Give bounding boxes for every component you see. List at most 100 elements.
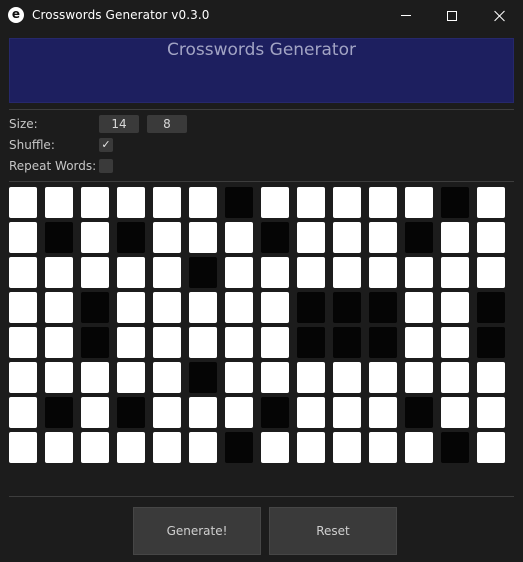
grid-cell-white: [45, 187, 73, 218]
grid-cell-white: [81, 432, 109, 463]
grid-cell-black: [369, 292, 397, 323]
grid-cell-black: [333, 327, 361, 358]
grid-cell-white: [441, 327, 469, 358]
grid-cell-white: [261, 432, 289, 463]
grid-cell-white: [333, 257, 361, 288]
grid-cell-black: [297, 327, 325, 358]
grid-cell-white: [261, 187, 289, 218]
close-button[interactable]: [477, 0, 523, 31]
divider: [9, 181, 514, 182]
grid-cell-white: [333, 397, 361, 428]
grid-cell-white: [81, 187, 109, 218]
reset-button[interactable]: Reset: [269, 507, 397, 555]
maximize-button[interactable]: [429, 0, 475, 31]
grid-cell-white: [81, 397, 109, 428]
grid-cell-white: [45, 432, 73, 463]
grid-cell-black: [45, 222, 73, 253]
grid-cell-white: [153, 432, 181, 463]
grid-cell-white: [225, 327, 253, 358]
grid-cell-black: [117, 222, 145, 253]
grid-cell-white: [45, 292, 73, 323]
grid-cell-white: [369, 397, 397, 428]
grid-cell-black: [189, 362, 217, 393]
grid-cell-black: [477, 292, 505, 323]
grid-cell-white: [369, 187, 397, 218]
grid-cell-white: [117, 187, 145, 218]
width-input[interactable]: 14: [99, 115, 139, 133]
title-bar: e Crosswords Generator v0.3.0: [0, 0, 523, 31]
grid-cell-white: [261, 362, 289, 393]
grid-cell-white: [405, 362, 433, 393]
grid-cell-white: [441, 222, 469, 253]
grid-cell-white: [81, 222, 109, 253]
grid-cell-white: [117, 362, 145, 393]
grid-cell-white: [153, 222, 181, 253]
grid-cell-black: [81, 292, 109, 323]
grid-cell-white: [369, 257, 397, 288]
grid-cell-black: [117, 397, 145, 428]
grid-cell-white: [153, 327, 181, 358]
grid-cell-white: [261, 292, 289, 323]
grid-cell-white: [297, 362, 325, 393]
grid-cell-white: [153, 362, 181, 393]
grid-cell-white: [333, 222, 361, 253]
header-banner: Crosswords Generator: [9, 38, 514, 103]
grid-cell-white: [153, 257, 181, 288]
repeat-words-checkbox[interactable]: [99, 159, 113, 173]
close-icon: [494, 10, 506, 22]
grid-cell-white: [333, 187, 361, 218]
grid-cell-white: [225, 292, 253, 323]
minimize-button[interactable]: [383, 0, 429, 31]
grid-cell-white: [369, 222, 397, 253]
grid-cell-black: [405, 397, 433, 428]
grid-cell-white: [405, 327, 433, 358]
grid-cell-white: [333, 432, 361, 463]
height-input[interactable]: 8: [147, 115, 187, 133]
divider: [9, 109, 514, 110]
grid-cell-black: [297, 292, 325, 323]
grid-cell-white: [189, 292, 217, 323]
grid-cell-white: [9, 257, 37, 288]
grid-cell-white: [117, 257, 145, 288]
grid-cell-white: [225, 257, 253, 288]
grid-cell-white: [333, 362, 361, 393]
shuffle-checkbox[interactable]: ✓: [99, 138, 113, 152]
generate-button[interactable]: Generate!: [133, 507, 261, 555]
grid-cell-black: [189, 257, 217, 288]
grid-cell-black: [405, 222, 433, 253]
grid-cell-white: [117, 327, 145, 358]
grid-cell-white: [477, 222, 505, 253]
grid-cell-white: [9, 397, 37, 428]
grid-cell-white: [81, 257, 109, 288]
grid-cell-white: [153, 397, 181, 428]
grid-cell-black: [225, 187, 253, 218]
shuffle-label: Shuffle:: [9, 138, 55, 152]
grid-cell-white: [477, 362, 505, 393]
grid-cell-white: [225, 222, 253, 253]
grid-cell-white: [297, 222, 325, 253]
maximize-icon: [447, 10, 457, 21]
window-title: Crosswords Generator v0.3.0: [32, 8, 210, 22]
grid-cell-white: [297, 187, 325, 218]
grid-cell-white: [81, 362, 109, 393]
grid-cell-white: [477, 257, 505, 288]
grid-cell-white: [369, 362, 397, 393]
grid-cell-white: [477, 432, 505, 463]
grid-cell-white: [477, 397, 505, 428]
grid-cell-black: [261, 397, 289, 428]
grid-cell-white: [441, 257, 469, 288]
grid-cell-white: [45, 257, 73, 288]
grid-cell-white: [189, 222, 217, 253]
size-label: Size:: [9, 117, 38, 131]
grid-cell-black: [441, 187, 469, 218]
grid-cell-black: [261, 222, 289, 253]
grid-cell-black: [45, 397, 73, 428]
grid-cell-white: [45, 362, 73, 393]
grid-cell-white: [261, 257, 289, 288]
grid-cell-black: [225, 432, 253, 463]
grid-cell-black: [81, 327, 109, 358]
grid-cell-white: [9, 187, 37, 218]
grid-cell-black: [441, 432, 469, 463]
grid-cell-white: [189, 327, 217, 358]
grid-cell-white: [441, 362, 469, 393]
